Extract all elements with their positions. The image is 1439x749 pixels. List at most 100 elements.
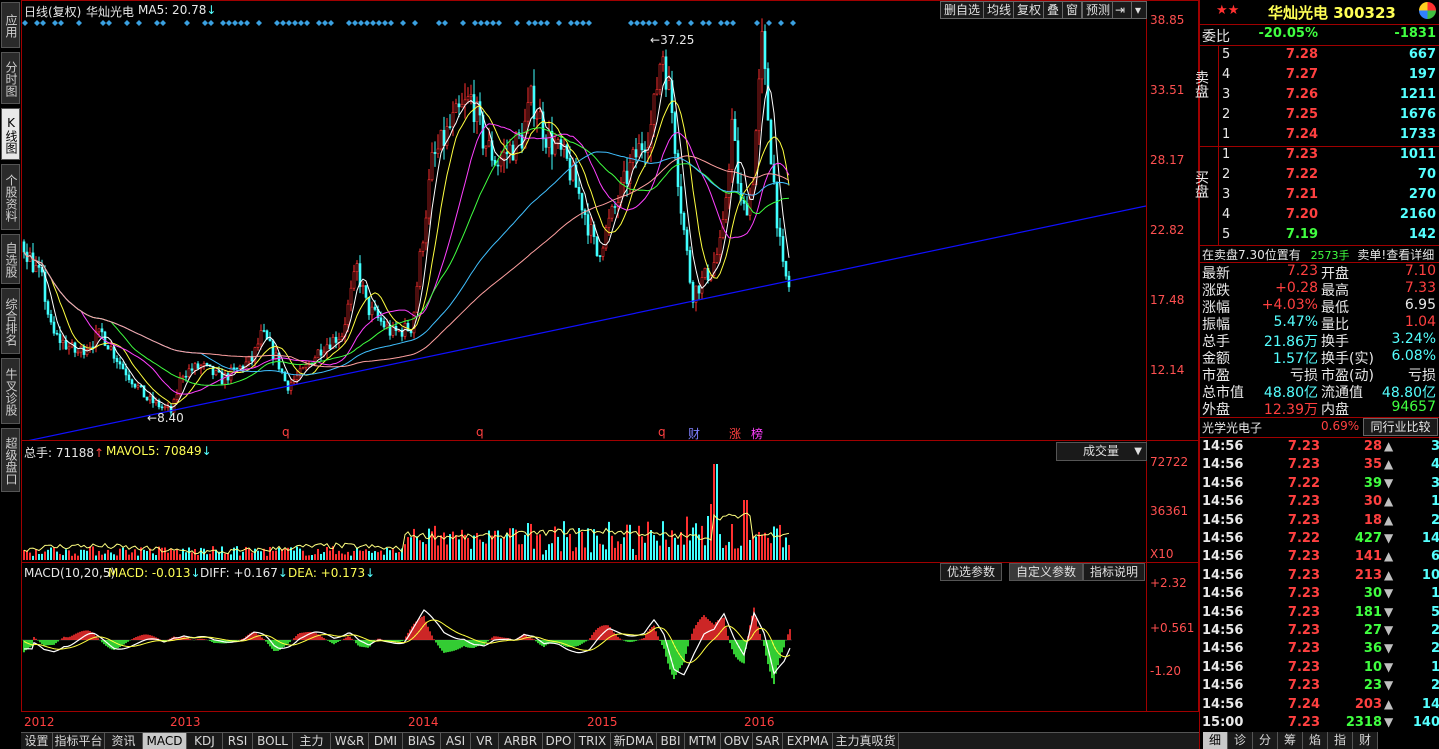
adjust-button[interactable]: 复权	[1013, 1, 1046, 19]
tick-price: 7.23	[1287, 659, 1320, 675]
tick-volume: 23	[1363, 678, 1382, 694]
tick-row[interactable]: 14:56 7.23 18 ▲ 2	[1200, 513, 1439, 531]
macd-histogram-bar	[591, 634, 593, 640]
ask-row[interactable]: 1 7.24 1733	[1200, 127, 1439, 147]
industry-compare-button[interactable]: 同行业比较	[1363, 418, 1438, 436]
tab-apps[interactable]: 应用	[1, 2, 20, 48]
tab-watchlist[interactable]: 自选股	[1, 234, 20, 284]
indicator-tab[interactable]: ASI	[441, 733, 471, 749]
indicator-tab[interactable]: EXPMA	[783, 733, 833, 749]
ma-button[interactable]: 均线	[983, 1, 1016, 19]
detail-tab[interactable]: 细	[1203, 732, 1228, 749]
indicator-tab[interactable]: MTM	[685, 733, 721, 749]
optimal-params-button[interactable]: 优选参数	[940, 563, 1003, 581]
indicator-help-button[interactable]: 指标说明	[1083, 563, 1146, 581]
tick-row[interactable]: 14:56 7.23 28 ▲ 3	[1200, 439, 1439, 457]
tick-row[interactable]: 14:56 7.23 181 ▼ 5	[1200, 605, 1439, 623]
detail-tab[interactable]: 分	[1253, 732, 1278, 749]
indicator-tab[interactable]: BBI	[657, 733, 685, 749]
indicator-tab[interactable]: DPO	[543, 733, 575, 749]
event-marker-q[interactable]: q	[476, 425, 484, 439]
indicator-tab[interactable]: BOLL	[253, 733, 293, 749]
candle-body	[256, 343, 260, 348]
volume-bar	[200, 547, 202, 560]
remove-watchlist-button[interactable]: 删自选	[940, 1, 985, 19]
tick-row[interactable]: 14:56 7.24 203 ▲ 14	[1200, 697, 1439, 715]
candle-body	[484, 145, 488, 149]
bid-row[interactable]: 3 7.21 270	[1200, 187, 1439, 207]
detail-tab[interactable]: 焰	[1303, 732, 1328, 749]
tab-ranking[interactable]: 综合排名	[1, 288, 20, 354]
ask-row[interactable]: 5 7.28 667	[1200, 47, 1439, 67]
indicator-tab[interactable]: 新DMA	[611, 733, 657, 749]
big-order-notice[interactable]: 在卖盘7.30位置有 2573手 卖单!查看详细	[1202, 246, 1434, 263]
tab-stock-info[interactable]: 个股资料	[1, 164, 20, 230]
tick-row[interactable]: 14:56 7.23 213 ▲ 10	[1200, 568, 1439, 586]
indicator-tab[interactable]: BIAS	[403, 733, 441, 749]
tick-row[interactable]: 14:56 7.23 10 ▼ 1	[1200, 660, 1439, 678]
tick-row[interactable]: 14:56 7.23 141 ▲ 6	[1200, 549, 1439, 567]
indicator-tab[interactable]: 设置	[21, 733, 53, 749]
industry-name[interactable]: 光学光电子	[1202, 419, 1262, 436]
window-button[interactable]: 窗	[1062, 1, 1083, 19]
trend-line[interactable]	[22, 205, 1146, 440]
indicator-tab[interactable]: RSI	[223, 733, 253, 749]
indicator-tab[interactable]: 资讯	[105, 733, 143, 749]
tick-row[interactable]: 14:56 7.23 27 ▼ 2	[1200, 623, 1439, 641]
indicator-tab[interactable]: KDJ	[187, 733, 223, 749]
notice-detail-link[interactable]: 查看详细	[1386, 248, 1434, 262]
volume-bar	[662, 521, 664, 560]
event-marker-q[interactable]: q	[282, 425, 290, 439]
indicator-tab[interactable]: TRIX	[575, 733, 611, 749]
tab-kline[interactable]: K线图	[1, 108, 20, 160]
logo-icon[interactable]	[1419, 2, 1436, 19]
tab-super-panel[interactable]: 超级盘口	[1, 428, 20, 492]
tick-row[interactable]: 15:00 7.23 2318 ▼ 140	[1200, 715, 1439, 733]
macd-histogram-bar	[259, 636, 261, 640]
exit-icon[interactable]: ⇥	[1112, 1, 1132, 19]
candle-body	[691, 282, 695, 303]
signal-marker	[706, 20, 712, 26]
macd-chart[interactable]	[22, 580, 1146, 712]
bid-row[interactable]: 2 7.22 70	[1200, 167, 1439, 187]
ask-row[interactable]: 2 7.25 1676	[1200, 107, 1439, 127]
bid-row[interactable]: 1 7.23 1011	[1200, 147, 1439, 167]
star-icon[interactable]: ★★	[1216, 3, 1239, 18]
dropdown-icon[interactable]: ▾	[1131, 1, 1147, 19]
event-marker-q[interactable]: q	[658, 425, 666, 439]
detail-tab[interactable]: 财	[1353, 732, 1378, 749]
tick-row[interactable]: 14:56 7.22 39 ▼ 3	[1200, 476, 1439, 494]
tick-row[interactable]: 14:56 7.23 30 ▲ 1	[1200, 494, 1439, 512]
bid-row[interactable]: 4 7.20 2160	[1200, 207, 1439, 227]
tab-diagnosis[interactable]: 牛叉诊股	[1, 358, 20, 424]
indicator-tab[interactable]: W&R	[331, 733, 369, 749]
kline-chart[interactable]	[22, 18, 1146, 440]
tab-intraday[interactable]: 分时图	[1, 52, 20, 104]
indicator-tab[interactable]: OBV	[721, 733, 753, 749]
tick-row[interactable]: 14:56 7.23 36 ▼ 2	[1200, 641, 1439, 659]
overlay-button[interactable]: 叠	[1043, 1, 1064, 19]
tick-row[interactable]: 14:56 7.23 23 ▼ 2	[1200, 678, 1439, 696]
forecast-button[interactable]: 预测	[1082, 1, 1115, 19]
ask-row[interactable]: 3 7.26 1211	[1200, 87, 1439, 107]
indicator-tab[interactable]: ARBR	[499, 733, 543, 749]
indicator-tab[interactable]: 指标平台	[53, 733, 105, 749]
indicator-tab[interactable]: VR	[471, 733, 499, 749]
custom-params-button[interactable]: 自定义参数	[1009, 563, 1084, 581]
indicator-tab[interactable]: 主力真吸货	[833, 733, 899, 749]
tick-row[interactable]: 14:56 7.23 30 ▼ 1	[1200, 586, 1439, 604]
tick-row[interactable]: 14:56 7.23 35 ▲ 4	[1200, 457, 1439, 475]
detail-tab[interactable]: 指	[1328, 732, 1353, 749]
tick-row[interactable]: 14:56 7.22 427 ▼ 14	[1200, 531, 1439, 549]
indicator-tab[interactable]: MACD	[143, 733, 187, 749]
indicator-tab[interactable]: DMI	[369, 733, 403, 749]
ask-row[interactable]: 4 7.27 197	[1200, 67, 1439, 87]
volume-chart[interactable]	[22, 458, 1146, 562]
bid-row[interactable]: 5 7.19 142	[1200, 227, 1439, 247]
detail-tab[interactable]: 筹	[1278, 732, 1303, 749]
detail-tab[interactable]: 诊	[1228, 732, 1253, 749]
indicator-tab[interactable]: SAR	[753, 733, 783, 749]
volume-bar	[479, 539, 481, 560]
indicator-tab[interactable]: 主力	[293, 733, 331, 749]
candle-body	[451, 112, 455, 127]
